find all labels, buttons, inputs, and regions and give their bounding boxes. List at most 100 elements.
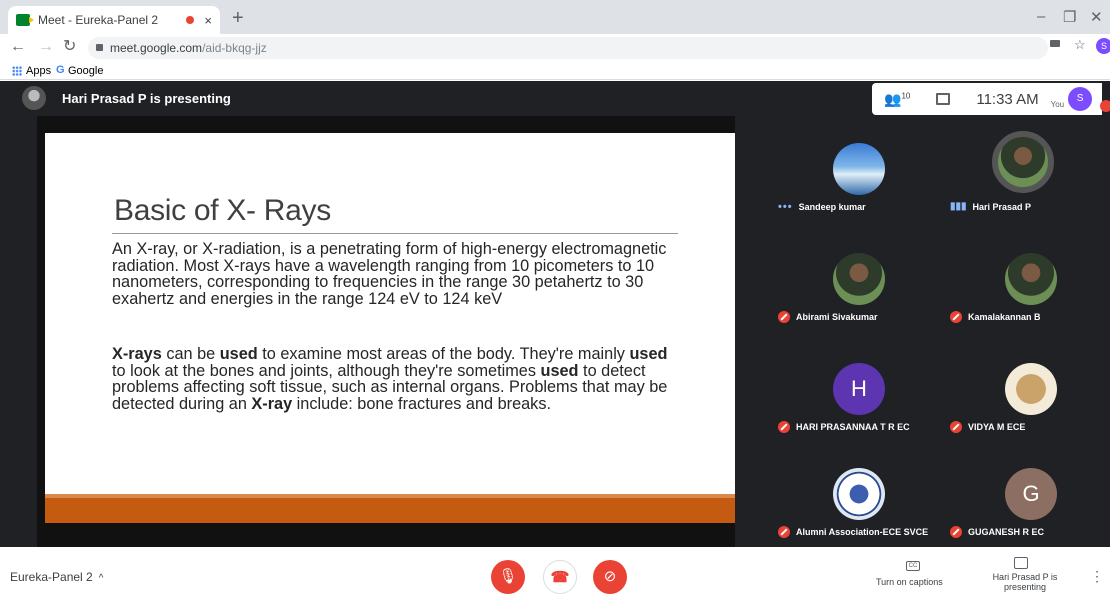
google-g-icon: G bbox=[56, 64, 65, 76]
participant-name: VIDYA M ECE bbox=[968, 422, 1026, 432]
forward-arrow-icon[interactable]: → bbox=[38, 38, 54, 56]
meet-favicon-icon bbox=[16, 14, 34, 26]
slide-title-rule bbox=[112, 233, 678, 234]
lock-icon bbox=[96, 44, 103, 51]
slide-footer-band bbox=[45, 498, 735, 523]
participant-name: Kamalakannan B bbox=[968, 312, 1041, 322]
presenter-avatar bbox=[22, 86, 46, 110]
profile-avatar[interactable]: S bbox=[1096, 38, 1110, 54]
present-button-label[interactable]: Hari Prasad P is presenting bbox=[990, 572, 1060, 592]
participant-name-row: ▮▮▮ Hari Prasad P bbox=[950, 201, 1031, 212]
participant-tile[interactable]: H HARI PRASANNAA T R EC bbox=[778, 355, 920, 455]
bookmark-google[interactable]: Google bbox=[68, 64, 103, 78]
slide-text-run: to look at the bones and joints, althoug… bbox=[112, 361, 541, 380]
slide-emphasis: X-ray bbox=[251, 394, 293, 413]
participant-name-row: VIDYA M ECE bbox=[950, 421, 1025, 433]
participant-avatar bbox=[1005, 363, 1057, 415]
minimize-button[interactable]: – bbox=[1037, 8, 1045, 25]
mic-muted-icon bbox=[950, 421, 962, 433]
participant-tile[interactable]: ▮▮▮ Hari Prasad P bbox=[950, 131, 1092, 235]
back-arrow-icon[interactable]: ← bbox=[10, 38, 26, 56]
participant-tile[interactable]: VIDYA M ECE bbox=[950, 355, 1092, 455]
presenting-status: Hari Prasad P is presenting bbox=[62, 91, 231, 106]
slide-emphasis: used bbox=[540, 361, 579, 380]
chevron-up-icon: ^ bbox=[98, 573, 104, 584]
notification-badge bbox=[1100, 100, 1110, 112]
slide-emphasis: used bbox=[219, 345, 258, 363]
participant-avatar bbox=[833, 143, 885, 195]
mic-muted-icon bbox=[950, 311, 962, 323]
reload-icon[interactable]: ↻ bbox=[63, 38, 76, 56]
camera-off-icon: ⊘ bbox=[603, 568, 617, 585]
meeting-name: Eureka-Panel 2 bbox=[10, 570, 93, 584]
mic-muted-icon bbox=[778, 421, 790, 433]
self-avatar[interactable]: S bbox=[1068, 87, 1093, 111]
hang-up-icon: ☎ bbox=[550, 569, 570, 586]
participant-name-row: Alumni Association-ECE SVCE bbox=[778, 526, 928, 538]
bookmarks-bar bbox=[0, 62, 1110, 80]
new-tab-button[interactable]: + bbox=[232, 6, 244, 30]
mic-muted-icon bbox=[778, 526, 790, 538]
you-label: You bbox=[1050, 99, 1065, 109]
more-options-icon[interactable]: ⋮ bbox=[1090, 568, 1104, 585]
slide-emphasis: used bbox=[629, 345, 668, 363]
tab-close-icon[interactable]: × bbox=[204, 13, 212, 28]
meet-top-bar: 👥10 11:33 AM You S bbox=[872, 83, 1102, 115]
participant-avatar: G bbox=[1005, 468, 1057, 520]
participant-avatar: H bbox=[833, 363, 885, 415]
participant-name-row: Abirami Sivakumar bbox=[778, 311, 878, 323]
people-count: 10 bbox=[901, 90, 911, 100]
participant-tile[interactable]: Kamalakannan B bbox=[950, 245, 1092, 345]
camera-blocked-icon[interactable] bbox=[1050, 40, 1060, 47]
browser-tab[interactable]: Meet - Eureka-Panel 2 × bbox=[8, 6, 220, 34]
participant-tile[interactable]: ••• Sandeep kumar bbox=[778, 135, 920, 235]
participant-name-row: ••• Sandeep kumar bbox=[778, 201, 866, 213]
captions-button-label[interactable]: Turn on captions bbox=[876, 577, 943, 587]
mic-muted-icon bbox=[778, 311, 790, 323]
present-screen-icon[interactable] bbox=[1014, 557, 1028, 569]
participant-tile[interactable]: Abirami Sivakumar bbox=[778, 245, 920, 345]
slide-text-run: can be bbox=[161, 345, 220, 363]
mic-muted-icon bbox=[950, 526, 962, 538]
participant-name: HARI PRASANNAA T R EC bbox=[796, 422, 910, 432]
participant-name-row: Kamalakannan B bbox=[950, 311, 1041, 323]
close-window-button[interactable]: ✕ bbox=[1090, 8, 1103, 26]
presentation-slide bbox=[45, 133, 735, 523]
participant-name: Abirami Sivakumar bbox=[796, 312, 878, 322]
camera-off-button[interactable]: ⊘ bbox=[593, 560, 627, 594]
participant-name: Hari Prasad P bbox=[972, 201, 1032, 212]
captions-icon[interactable]: CC bbox=[906, 561, 920, 571]
participant-name: Alumni Association-ECE SVCE bbox=[796, 527, 929, 537]
participant-name-row: HARI PRASANNAA T R EC bbox=[778, 421, 910, 433]
participant-name-row: GUGANESH R EC bbox=[950, 526, 1044, 538]
slide-paragraph-2: X-rays can be used to examine most areas… bbox=[112, 346, 682, 412]
slide-paragraph-1: An X-ray, or X-radiation, is a penetrati… bbox=[112, 240, 667, 308]
participant-avatar bbox=[1005, 253, 1057, 305]
mic-off-button[interactable]: 🎙 bbox=[491, 560, 525, 594]
tab-title: Meet - Eureka-Panel 2 bbox=[38, 13, 159, 27]
leave-call-button[interactable]: ☎ bbox=[543, 560, 577, 594]
participant-tile[interactable]: Alumni Association-ECE SVCE bbox=[778, 460, 928, 560]
participant-avatar bbox=[833, 468, 885, 520]
slide-text-run: to examine most areas of the body. They'… bbox=[257, 345, 630, 363]
participant-avatar bbox=[992, 131, 1054, 193]
url-path: /aid-bkqg-jjz bbox=[202, 41, 267, 55]
participant-tile[interactable]: G GUGANESH R EC bbox=[950, 460, 1092, 560]
mic-off-icon: 🎙 bbox=[498, 568, 518, 585]
bookmark-apps[interactable]: Apps bbox=[26, 64, 51, 78]
participant-name: GUGANESH R EC bbox=[968, 527, 1045, 537]
chat-icon[interactable] bbox=[936, 93, 951, 105]
slide-emphasis: X-rays bbox=[112, 345, 162, 363]
bookmark-star-icon[interactable]: ☆ bbox=[1074, 37, 1086, 53]
url-domain: meet.google.com bbox=[110, 41, 203, 55]
participant-name: Sandeep kumar bbox=[798, 202, 866, 212]
slide-text-run: include: bone fractures and breaks. bbox=[292, 394, 551, 413]
apps-grid-icon[interactable] bbox=[12, 66, 22, 76]
restore-button[interactable]: ❐ bbox=[1063, 8, 1076, 26]
address-bar[interactable]: meet.google.com/aid-bkqg-jjz bbox=[88, 37, 1048, 59]
audio-level-icon: ▮▮▮ bbox=[950, 201, 967, 212]
meeting-details-button[interactable]: Eureka-Panel 2 ^ bbox=[10, 570, 103, 584]
slide-title: Basic of X- Rays bbox=[114, 194, 331, 227]
participant-avatar bbox=[833, 253, 885, 305]
people-button[interactable]: 👥10 bbox=[884, 91, 910, 108]
